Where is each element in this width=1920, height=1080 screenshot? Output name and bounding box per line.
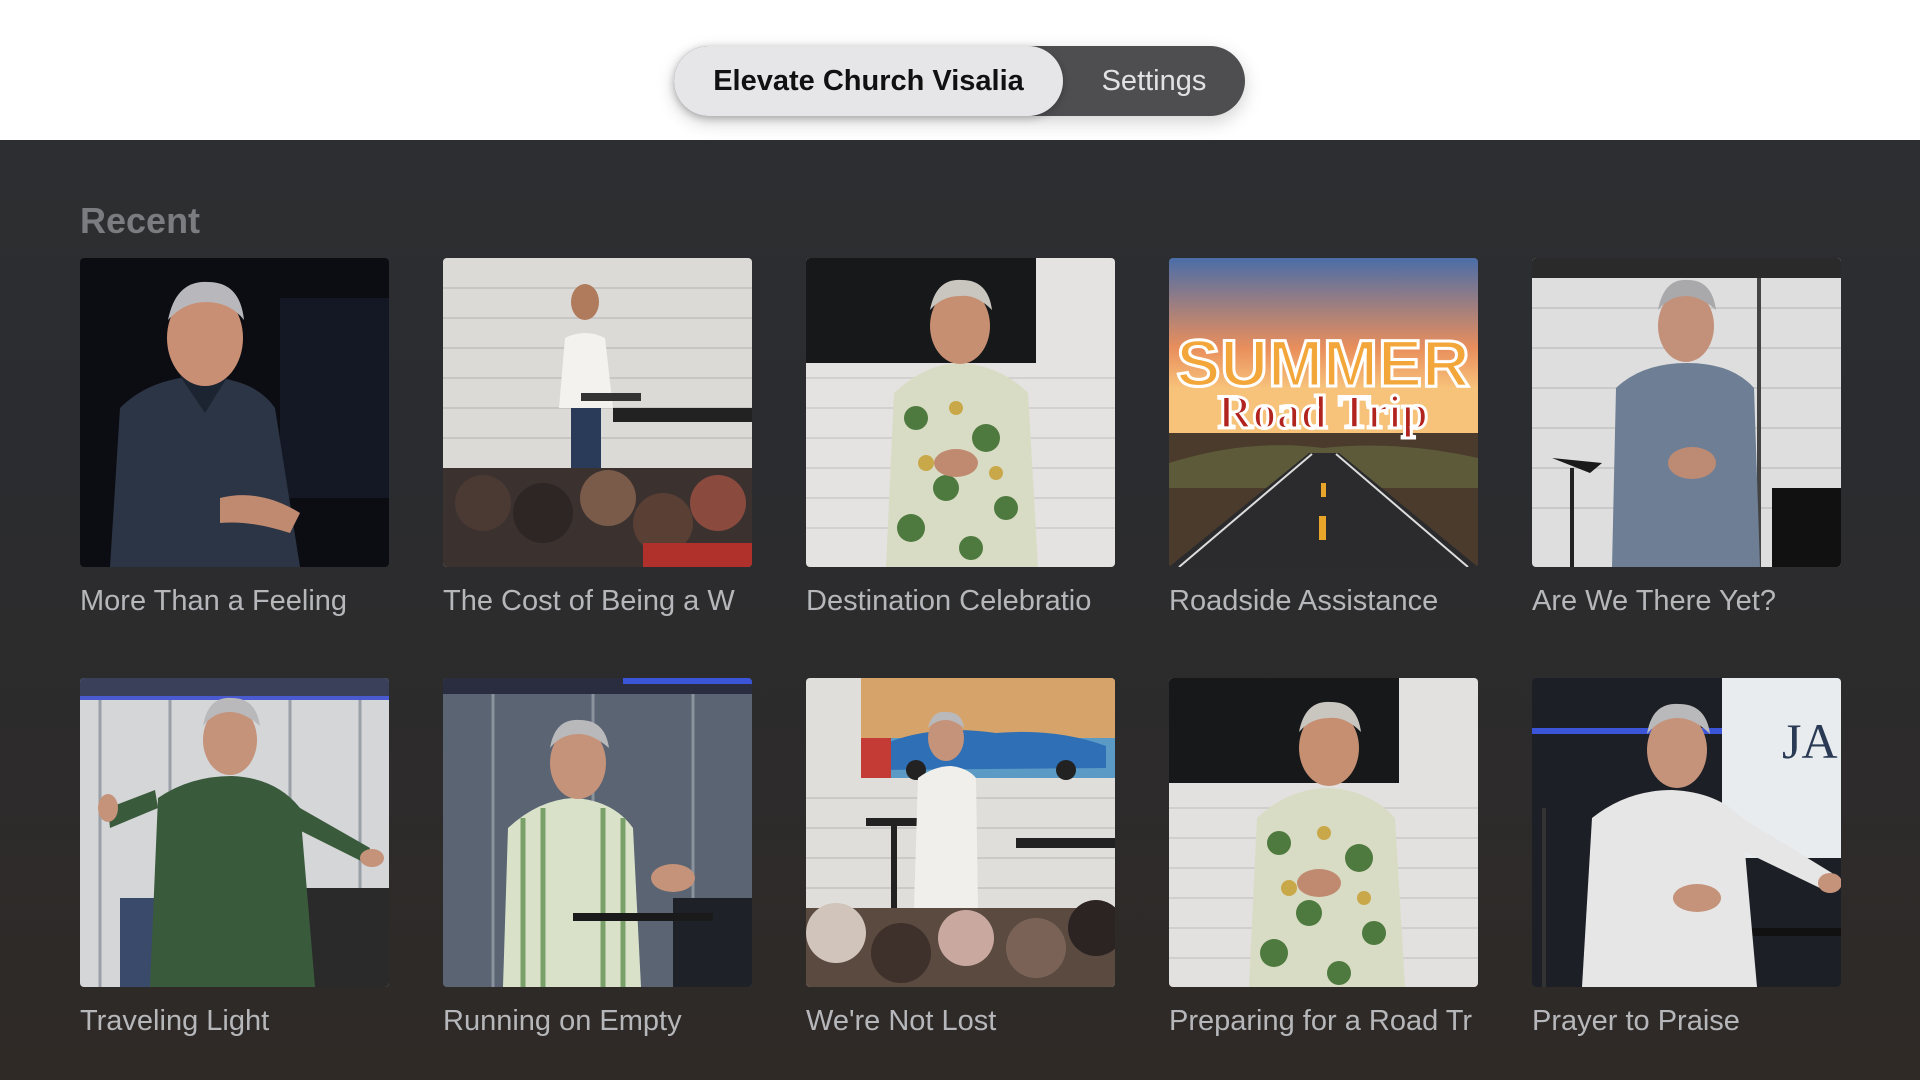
video-grid: More Than a Feeling The Cost of Being a … xyxy=(80,258,1841,1080)
video-title: Preparing for a Road Tr xyxy=(1169,1005,1473,1037)
video-tile[interactable]: Running on Empty xyxy=(443,678,752,1080)
video-title: The Cost of Being a W xyxy=(443,585,735,617)
video-tile[interactable]: We're Not Lost xyxy=(806,678,1115,1080)
video-thumbnail xyxy=(443,258,752,567)
tab-bar: Elevate Church Visalia Settings xyxy=(674,46,1245,116)
video-thumbnail xyxy=(1532,258,1841,567)
video-title: Are We There Yet? xyxy=(1532,585,1776,617)
video-thumbnail xyxy=(1169,678,1478,987)
video-thumbnail xyxy=(80,258,389,567)
content-area: Recent More Than a Feeling The Cost of B… xyxy=(0,140,1920,1080)
tab-settings[interactable]: Settings xyxy=(1063,46,1245,116)
video-title: Traveling Light xyxy=(80,1005,270,1037)
video-title: We're Not Lost xyxy=(806,1005,997,1037)
video-tile[interactable]: More Than a Feeling xyxy=(80,258,389,678)
video-title: Roadside Assistance xyxy=(1169,585,1439,617)
video-thumbnail xyxy=(443,678,752,987)
video-tile[interactable]: SUMMER Road Trip Roadside Assistance xyxy=(1169,258,1478,678)
video-title: Prayer to Praise xyxy=(1532,1005,1740,1037)
video-tile[interactable]: Destination Celebratio xyxy=(806,258,1115,678)
graphic-road-trip-text: Road Trip xyxy=(1218,386,1428,439)
video-tile[interactable]: Are We There Yet? xyxy=(1532,258,1841,678)
video-thumbnail: SUMMER Road Trip xyxy=(1169,258,1478,567)
section-title-recent: Recent xyxy=(80,200,201,241)
video-thumbnail: JA xyxy=(1532,678,1841,987)
video-thumbnail xyxy=(806,678,1115,987)
svg-text:JA: JA xyxy=(1782,713,1838,769)
video-title: Destination Celebratio xyxy=(806,585,1092,617)
video-tile[interactable]: Preparing for a Road Tr xyxy=(1169,678,1478,1080)
tab-elevate-church-visalia[interactable]: Elevate Church Visalia xyxy=(674,46,1063,116)
video-title: More Than a Feeling xyxy=(80,585,348,617)
video-tile[interactable]: JA Prayer to Praise xyxy=(1532,678,1841,1080)
video-thumbnail xyxy=(806,258,1115,567)
top-bar: Elevate Church Visalia Settings xyxy=(0,0,1920,140)
video-tile[interactable]: The Cost of Being a W xyxy=(443,258,752,678)
video-title: Running on Empty xyxy=(443,1005,682,1037)
video-thumbnail xyxy=(80,678,389,987)
video-tile[interactable]: Traveling Light xyxy=(80,678,389,1080)
